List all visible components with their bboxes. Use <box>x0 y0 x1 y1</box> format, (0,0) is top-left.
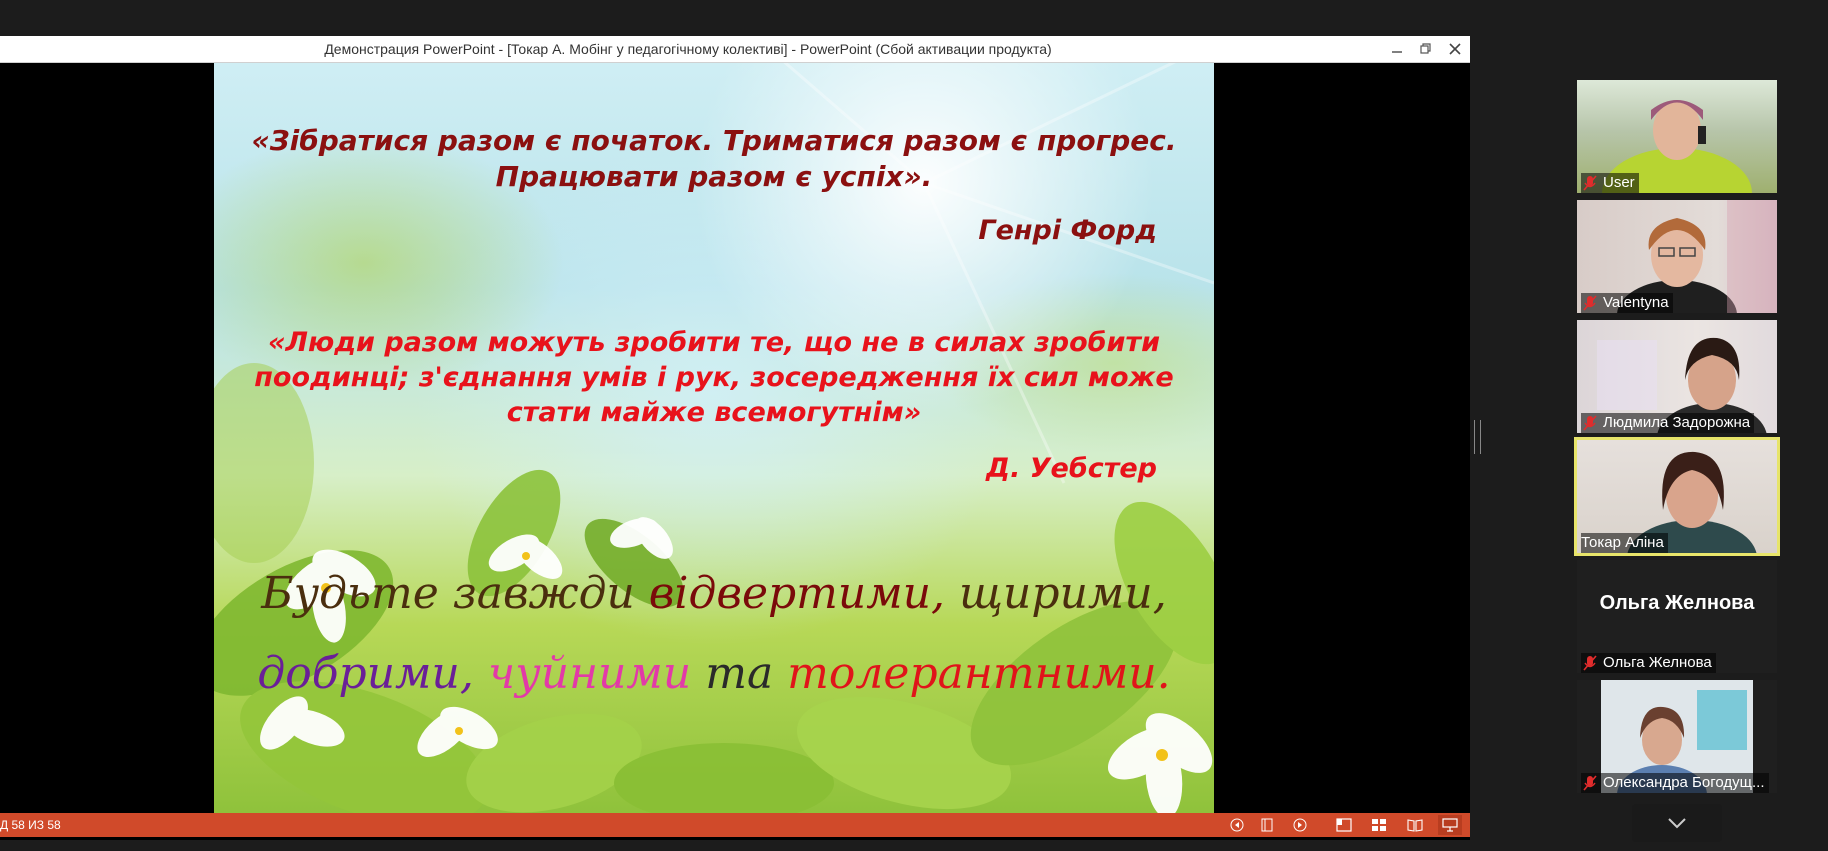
status-bar: Д 58 ИЗ 58 <box>0 813 1470 837</box>
reading-view-icon <box>1407 819 1423 832</box>
participant-name: User <box>1581 173 1639 193</box>
quote2-line3: стати майже всемогутнім» <box>506 397 922 428</box>
quote-webster: «Люди разом можуть зробити те, що не в с… <box>214 325 1214 430</box>
participant-name-text: Ольга Желнова <box>1603 654 1712 671</box>
minimize-button[interactable] <box>1382 36 1412 62</box>
participant-name-text: User <box>1603 174 1635 191</box>
slideshow-icon <box>1442 818 1458 832</box>
participant-tile-oleksandra[interactable]: Олександра Богодущ... <box>1577 680 1777 793</box>
slide-sorter-icon <box>1372 819 1386 831</box>
participant-name-text: Valentyna <box>1603 294 1669 311</box>
slideshow-button[interactable] <box>1438 815 1462 835</box>
participant-display-name: Ольга Желнова <box>1599 592 1755 614</box>
motto-be-always: Будьте завжди <box>261 568 649 619</box>
close-icon <box>1449 43 1461 55</box>
motto-and: та <box>705 648 788 699</box>
participant-name: Valentyna <box>1581 293 1673 313</box>
participant-tile-valentyna[interactable]: Valentyna <box>1577 200 1777 313</box>
quote2-line1: «Люди разом можуть зробити те, що не в с… <box>267 327 1160 358</box>
slide-counter: Д 58 ИЗ 58 <box>0 818 61 832</box>
window-title: Демонстрация PowerPoint - [Токар А. Мобі… <box>324 41 1052 57</box>
normal-view-icon <box>1336 818 1352 832</box>
mic-muted-icon <box>1581 294 1599 312</box>
slide[interactable]: «Зібратися разом є початок. Триматися ра… <box>214 63 1214 813</box>
motto-open: відвертими, <box>648 568 960 619</box>
mic-muted-icon <box>1581 774 1599 792</box>
mic-muted-icon <box>1581 414 1599 432</box>
participant-tile-alina-active-speaker[interactable]: Токар Аліна <box>1574 437 1780 556</box>
restore-icon <box>1420 43 1431 54</box>
participant-name: Токар Аліна <box>1581 533 1668 553</box>
prev-icon <box>1230 818 1244 832</box>
motto-sensitive: чуйними <box>487 648 706 699</box>
participant-tile-olha[interactable]: Ольга Желнова Ольга Желнова <box>1577 560 1777 673</box>
next-slide-button[interactable] <box>1288 815 1312 835</box>
participant-name: Олександра Богодущ... <box>1581 773 1769 793</box>
participant-tile-user[interactable]: User <box>1577 80 1777 193</box>
motto-line1: Будьте завжди відвертими, щирими, <box>214 568 1214 619</box>
author-webster: Д. Уебстер <box>986 453 1157 484</box>
normal-view-button[interactable] <box>1332 815 1356 835</box>
chevron-down-icon <box>1668 818 1686 829</box>
close-button[interactable] <box>1440 36 1470 62</box>
quote1-line1: «Зібратися разом є початок. Триматися ра… <box>251 124 1177 157</box>
quote2-line2: поодинці; з'єднання умів і рук, зосередж… <box>254 362 1174 393</box>
participant-name-text: Токар Аліна <box>1581 534 1664 551</box>
motto-line2: добрими, чуйними та толерантними. <box>214 648 1214 699</box>
mic-muted-icon <box>1581 654 1599 672</box>
restore-button[interactable] <box>1411 36 1441 62</box>
title-bar: Демонстрация PowerPoint - [Токар А. Мобі… <box>0 36 1470 63</box>
mic-muted-icon <box>1581 174 1599 192</box>
motto-kind: добрими <box>257 648 460 699</box>
motto-sincere: щирими, <box>959 568 1167 619</box>
participant-name: Людмила Задорожна <box>1581 413 1755 433</box>
participant-tile-liudmyla[interactable]: Людмила Задорожна <box>1577 320 1777 433</box>
minimize-icon <box>1392 51 1402 53</box>
participant-name: Ольга Желнова <box>1581 653 1716 673</box>
motto-tolerant: толерантними. <box>787 648 1171 699</box>
slide-sorter-button[interactable] <box>1367 815 1391 835</box>
notes-icon <box>1261 818 1273 832</box>
participant-name-text: Людмила Задорожна <box>1603 414 1751 431</box>
quote1-line2: Працювати разом є успіх». <box>495 160 933 193</box>
slide-area: «Зібратися разом є початок. Триматися ра… <box>0 63 1470 813</box>
quote-henry-ford: «Зібратися разом є початок. Триматися ра… <box>214 123 1214 195</box>
panel-resize-handle[interactable] <box>1474 420 1481 454</box>
author-henry-ford: Генрі Форд <box>978 215 1157 246</box>
motto-comma: , <box>459 648 488 699</box>
previous-slide-button[interactable] <box>1225 815 1249 835</box>
participant-name-text: Олександра Богодущ... <box>1603 774 1765 791</box>
scroll-down-button[interactable] <box>1632 804 1722 842</box>
reading-view-button[interactable] <box>1403 815 1427 835</box>
next-icon <box>1293 818 1307 832</box>
notes-button[interactable] <box>1255 815 1279 835</box>
powerpoint-window: Демонстрация PowerPoint - [Токар А. Мобі… <box>0 36 1470 840</box>
